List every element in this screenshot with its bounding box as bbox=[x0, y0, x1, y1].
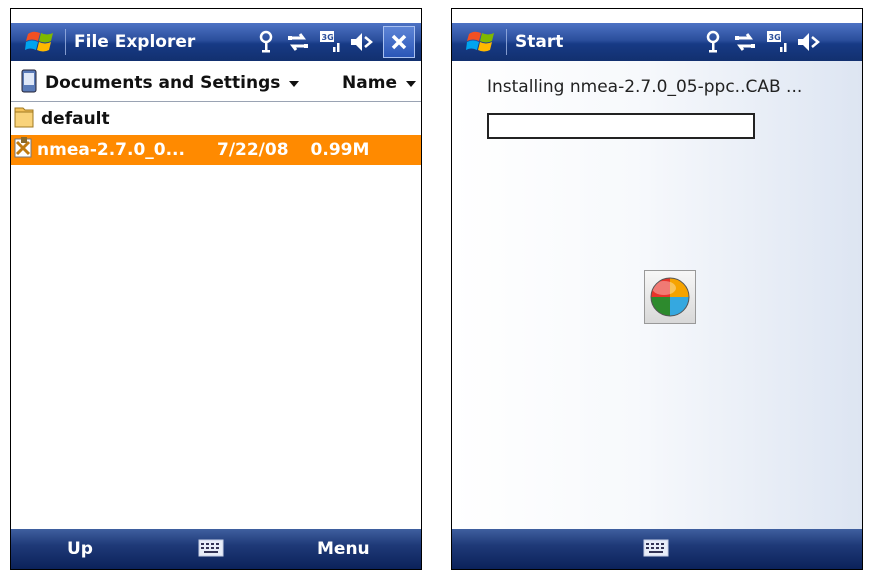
chevron-down-icon bbox=[405, 73, 417, 93]
title-separator bbox=[65, 29, 66, 55]
close-icon bbox=[391, 34, 407, 50]
chevron-down-icon bbox=[288, 73, 300, 93]
keyboard-icon[interactable] bbox=[643, 539, 669, 557]
sort-label: Name bbox=[342, 73, 397, 93]
close-button[interactable] bbox=[383, 26, 415, 58]
window-title: Start bbox=[515, 32, 564, 52]
sort-dropdown[interactable]: Name bbox=[342, 73, 417, 93]
keyboard-icon[interactable] bbox=[198, 539, 224, 557]
title-separator bbox=[506, 29, 507, 55]
busy-wheel-icon bbox=[644, 270, 696, 324]
windows-start-icon[interactable] bbox=[25, 27, 59, 57]
device-icon bbox=[21, 69, 37, 98]
folder-name: default bbox=[41, 109, 110, 129]
list-item-file-selected[interactable]: nmea-2.7.0_0... 7/22/08 0.99M bbox=[11, 135, 421, 165]
menu-softkey[interactable]: Menu bbox=[317, 529, 370, 569]
file-size: 0.99M bbox=[310, 140, 370, 160]
installer-screen: Start 3G Installing nmea-2.7.0_05-ppc..C… bbox=[451, 8, 863, 570]
antenna-icon[interactable] bbox=[700, 29, 726, 55]
speaker-muted-icon[interactable] bbox=[796, 29, 822, 55]
window-title: File Explorer bbox=[74, 32, 196, 52]
sync-arrows-icon[interactable] bbox=[732, 29, 758, 55]
status-icons: 3G bbox=[247, 23, 421, 61]
windows-start-icon[interactable] bbox=[466, 27, 500, 57]
folder-path-bar: Documents and Settings Name bbox=[11, 65, 421, 102]
path-dropdown[interactable]: Documents and Settings bbox=[45, 73, 300, 93]
folder-icon bbox=[13, 105, 37, 134]
antenna-icon[interactable] bbox=[253, 29, 279, 55]
softkey-bar bbox=[452, 529, 862, 569]
svg-text:3G: 3G bbox=[769, 33, 781, 42]
install-status-text: Installing nmea-2.7.0_05-ppc..CAB ... bbox=[487, 77, 803, 97]
up-softkey[interactable]: Up bbox=[67, 529, 93, 569]
3g-signal-icon[interactable]: 3G bbox=[317, 29, 343, 55]
cab-file-icon bbox=[13, 136, 35, 165]
file-name: nmea-2.7.0_0... bbox=[37, 140, 185, 160]
speaker-muted-icon[interactable] bbox=[349, 29, 375, 55]
svg-text:3G: 3G bbox=[322, 33, 334, 42]
title-bar: Start 3G bbox=[452, 23, 862, 61]
softkey-bar: Up Menu bbox=[11, 529, 421, 569]
status-icons: 3G bbox=[694, 23, 822, 61]
path-label: Documents and Settings bbox=[45, 73, 281, 93]
list-item-folder[interactable]: default bbox=[11, 105, 421, 133]
sync-arrows-icon[interactable] bbox=[285, 29, 311, 55]
file-explorer-screen: File Explorer 3G Documents and Settings bbox=[10, 8, 422, 570]
install-progress-bar bbox=[487, 113, 755, 139]
title-bar: File Explorer 3G bbox=[11, 23, 421, 61]
3g-signal-icon[interactable]: 3G bbox=[764, 29, 790, 55]
file-date: 7/22/08 bbox=[216, 140, 289, 160]
